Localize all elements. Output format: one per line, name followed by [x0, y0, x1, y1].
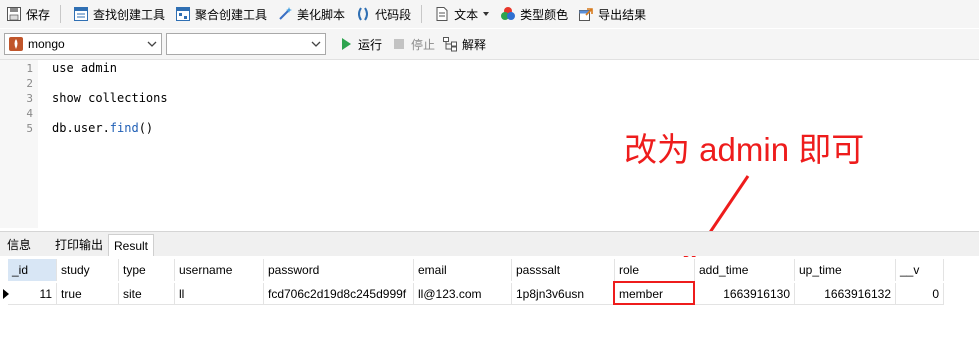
result-grid: _id study type username password email p… — [0, 257, 979, 358]
magic-wand-icon — [279, 7, 293, 20]
explain-tree-icon — [443, 37, 457, 52]
stop-label: 停止 — [411, 37, 436, 52]
column-header[interactable]: email — [414, 259, 512, 281]
tab-result[interactable]: Result — [108, 234, 155, 256]
save-button[interactable]: 保存 — [2, 3, 54, 25]
code-method: find — [109, 121, 139, 135]
column-header[interactable]: _id — [8, 259, 57, 281]
run-label: 运行 — [358, 37, 383, 52]
line-number: 1 — [26, 62, 33, 75]
table-cell[interactable]: 1p8jn3v6usn — [512, 283, 615, 305]
save-icon — [7, 7, 21, 21]
annotation-text: 改为 admin 即可 — [624, 131, 865, 168]
code-parens: () — [138, 121, 154, 135]
column-header[interactable]: __v — [896, 259, 944, 281]
query-toolbar: mongo 运行 停止 解释 — [0, 29, 979, 60]
column-header[interactable]: passsalt — [512, 259, 615, 281]
column-header[interactable]: role — [615, 259, 695, 281]
connection-select[interactable]: mongo — [4, 33, 162, 55]
table-cell[interactable]: 0 — [896, 283, 944, 305]
code-snippet-button[interactable]: 代码段 — [351, 3, 415, 25]
save-label: 保存 — [26, 7, 51, 22]
stop-icon — [394, 39, 404, 49]
line-number: 4 — [26, 107, 33, 120]
code-object: db.user. — [52, 121, 110, 135]
explain-label: 解释 — [462, 37, 487, 52]
export-results-button[interactable]: 导出结果 — [574, 3, 650, 25]
table-cell[interactable]: 11 — [8, 283, 57, 305]
table-cell[interactable]: fcd706c2d19d8c245d999f — [264, 283, 414, 305]
code-line-find: db.user.find() — [52, 121, 153, 135]
play-icon — [342, 38, 351, 50]
table-cell[interactable]: ll — [175, 283, 264, 305]
document-icon — [436, 7, 448, 21]
column-header[interactable]: study — [57, 259, 119, 281]
table-cell-role-highlighted[interactable]: member — [613, 281, 695, 305]
table-cell[interactable]: 1663916132 — [795, 283, 896, 305]
column-header[interactable]: username — [175, 259, 264, 281]
text-view-button[interactable]: 文本 — [430, 3, 494, 25]
table-cell[interactable]: site — [119, 283, 175, 305]
type-color-button[interactable]: 类型颜色 — [496, 3, 572, 25]
find-builder-button[interactable]: 查找创建工具 — [69, 3, 169, 25]
chevron-down-icon — [311, 41, 321, 47]
color-palette-icon — [501, 7, 516, 20]
explain-button[interactable]: 解释 — [438, 33, 490, 55]
column-header[interactable]: add_time — [695, 259, 795, 281]
beautify-button[interactable]: 美化脚本 — [273, 3, 349, 25]
code-snippet-label: 代码段 — [375, 7, 412, 22]
text-view-label: 文本 — [454, 7, 479, 22]
tab-info[interactable]: 信息 — [2, 234, 36, 256]
caret-down-icon — [483, 12, 490, 16]
export-icon — [579, 8, 593, 21]
tab-print-output[interactable]: 打印输出 — [50, 234, 108, 256]
column-header[interactable]: password — [264, 259, 414, 281]
chevron-down-icon — [147, 41, 157, 47]
column-header[interactable]: type — [119, 259, 175, 281]
find-builder-label: 查找创建工具 — [93, 7, 166, 22]
export-results-label: 导出结果 — [598, 7, 647, 22]
line-number: 5 — [26, 122, 33, 135]
table-cell[interactable]: ll@123.com — [414, 283, 512, 305]
line-number-gutter: 1 2 3 4 5 — [0, 60, 38, 228]
main-toolbar: 保存 查找创建工具 聚合创建工具 美化脚本 代码段 文本 类型颜色 导出结果 — [0, 0, 979, 28]
line-number: 2 — [26, 77, 33, 90]
find-builder-icon — [74, 7, 89, 21]
connection-value: mongo — [28, 37, 65, 51]
type-color-label: 类型颜色 — [520, 7, 569, 22]
code-line: show collections — [52, 91, 168, 105]
result-tabs: 信息 打印输出 Result — [0, 231, 979, 256]
line-number: 3 — [26, 92, 33, 105]
aggregate-builder-button[interactable]: 聚合创建工具 — [171, 3, 271, 25]
toolbar-divider — [421, 5, 423, 23]
column-header[interactable]: up_time — [795, 259, 896, 281]
aggregate-builder-label: 聚合创建工具 — [195, 7, 268, 22]
mongodb-icon — [9, 37, 23, 51]
parentheses-icon — [358, 7, 369, 21]
beautify-label: 美化脚本 — [297, 7, 346, 22]
aggregate-builder-icon — [176, 7, 191, 21]
code-line: use admin — [52, 61, 118, 75]
table-cell[interactable]: true — [57, 283, 119, 305]
table-cell[interactable]: 1663916130 — [695, 283, 795, 305]
toolbar-divider — [60, 5, 62, 23]
database-select[interactable] — [166, 33, 326, 55]
stop-button[interactable]: 停止 — [387, 33, 439, 55]
run-button[interactable]: 运行 — [334, 33, 386, 55]
